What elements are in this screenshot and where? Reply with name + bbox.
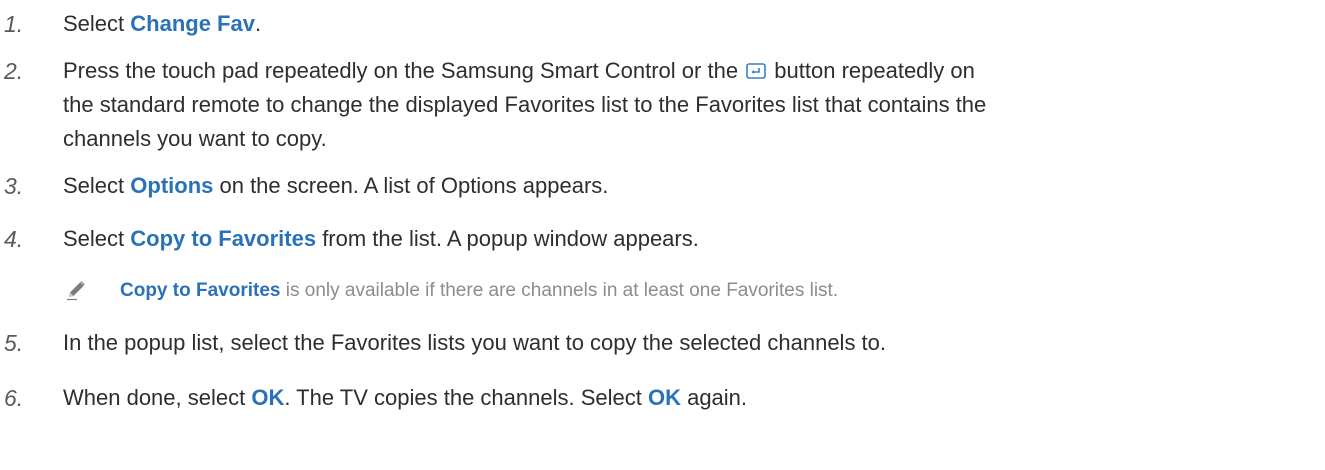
keyword-change-fav: Change Fav	[130, 11, 255, 36]
step-number: 3.	[4, 173, 24, 199]
keyword-ok: OK	[251, 385, 285, 410]
step-text: When done, select OK. The TV copies the …	[63, 385, 748, 410]
step-number: 6.	[4, 385, 24, 411]
step-number: 1.	[4, 11, 24, 37]
step-number: 2.	[4, 58, 24, 84]
step-text-line-2: the standard remote to change the displa…	[63, 92, 987, 117]
step-text: Select Options on the screen. A list of …	[63, 173, 609, 198]
keyword-copy-to-favorites: Copy to Favorites	[130, 226, 317, 251]
step-number: 5.	[4, 330, 24, 356]
keyword-ok-again: OK	[647, 385, 681, 410]
step-number: 4.	[4, 226, 24, 252]
step-text: In the popup list, select the Favorites …	[63, 330, 887, 355]
step-text-line-3: channels you want to copy.	[63, 126, 327, 151]
remote-button-icon	[746, 54, 766, 79]
note-text: Copy to Favorites is only available if t…	[120, 280, 839, 301]
step-text: Select Copy to Favorites from the list. …	[63, 226, 699, 251]
keyword-options: Options	[130, 173, 214, 198]
step-text: Select Change Fav.	[63, 11, 262, 36]
pencil-icon	[65, 279, 87, 301]
step-text-line-1: Press the touch pad repeatedly on the Sa…	[63, 53, 1318, 89]
keyword-copy-to-favorites-note: Copy to Favorites	[120, 280, 281, 301]
